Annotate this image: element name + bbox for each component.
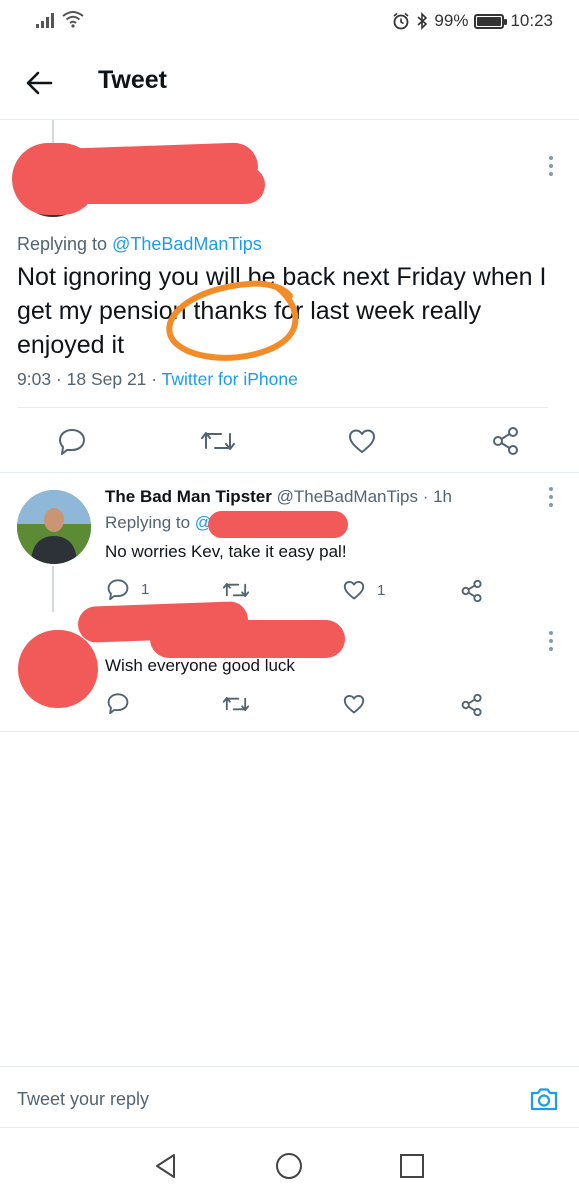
tweet-source[interactable]: Twitter for iPhone [162,369,298,389]
retweet-icon [223,582,249,598]
annotation-circle [166,280,299,361]
connectivity-icons [36,10,84,28]
status-bar: 99% 10:23 [0,0,579,44]
reply-avatar[interactable] [17,490,91,564]
redaction-mark [18,630,98,708]
like-button[interactable] [343,694,377,714]
share-icon[interactable] [461,693,483,717]
arrow-left-icon[interactable] [24,68,54,98]
wifi-icon [62,11,84,28]
more-options-icon[interactable] [547,156,555,176]
divider [17,407,548,408]
reply-count: 1 [141,580,150,598]
reply-composer: Tweet your reply [0,1066,579,1128]
nav-back-icon[interactable] [152,1152,180,1180]
tweet-meta: 9:03 · 18 Sep 21 · Twitter for iPhone [17,369,298,389]
thread-connector [52,120,54,145]
nav-recents-icon[interactable] [398,1152,426,1180]
like-icon[interactable] [348,428,376,454]
like-icon [343,695,365,714]
retweet-button[interactable] [223,694,261,714]
like-count: 1 [377,581,386,599]
redaction-mark [150,620,345,658]
replying-to-handle[interactable]: @TheBadManTips [112,234,262,254]
divider [0,472,579,473]
reply-text: Wish everyone good luck [105,656,295,675]
system-nav-bar [0,1128,579,1200]
person-photo [17,490,91,564]
redaction-mark [60,166,265,204]
redaction-mark [208,511,348,538]
reply-author-name[interactable]: The Bad Man Tipster [105,487,272,506]
reply-input[interactable]: Tweet your reply [17,1089,149,1110]
retweet-icon[interactable] [201,428,235,454]
more-options-icon[interactable] [547,631,555,651]
more-options-icon[interactable] [547,487,555,507]
battery-percent: 99% [434,11,469,30]
replying-to: Replying to @TheBadManTips [17,234,262,254]
share-icon[interactable] [461,579,483,603]
reply-icon [107,693,129,714]
like-button[interactable]: 1 [343,580,385,600]
reply-icon [107,579,129,600]
battery-icon [474,13,508,29]
battery-level [477,16,502,26]
page-title: Tweet [98,66,167,94]
reply-text: No worries Kev, take it easy pal! [105,542,347,561]
reply-age: · 1h [417,487,453,506]
replying-to: Replying to @ [105,513,213,532]
divider [0,731,579,732]
like-icon [343,581,365,600]
retweet-icon [223,696,249,712]
camera-icon[interactable] [529,1084,559,1114]
nav-home-icon[interactable] [275,1152,303,1180]
reply-author-handle[interactable]: @TheBadManTips [277,487,418,506]
retweet-button[interactable] [223,580,261,600]
signal-icon [36,13,54,28]
bluetooth-icon [417,12,428,30]
reply-header: The Bad Man Tipster @TheBadManTips · 1h [105,487,452,507]
clock: 10:23 [510,11,553,30]
thread-connector [52,566,54,612]
share-icon[interactable] [492,426,520,456]
app-header: Tweet [0,44,579,120]
alarm-icon [393,12,409,30]
reply-button[interactable] [107,692,141,714]
reply-button[interactable]: 1 [107,578,149,600]
reply-icon[interactable] [58,427,86,455]
system-indicators: 99% 10:23 [392,11,553,31]
